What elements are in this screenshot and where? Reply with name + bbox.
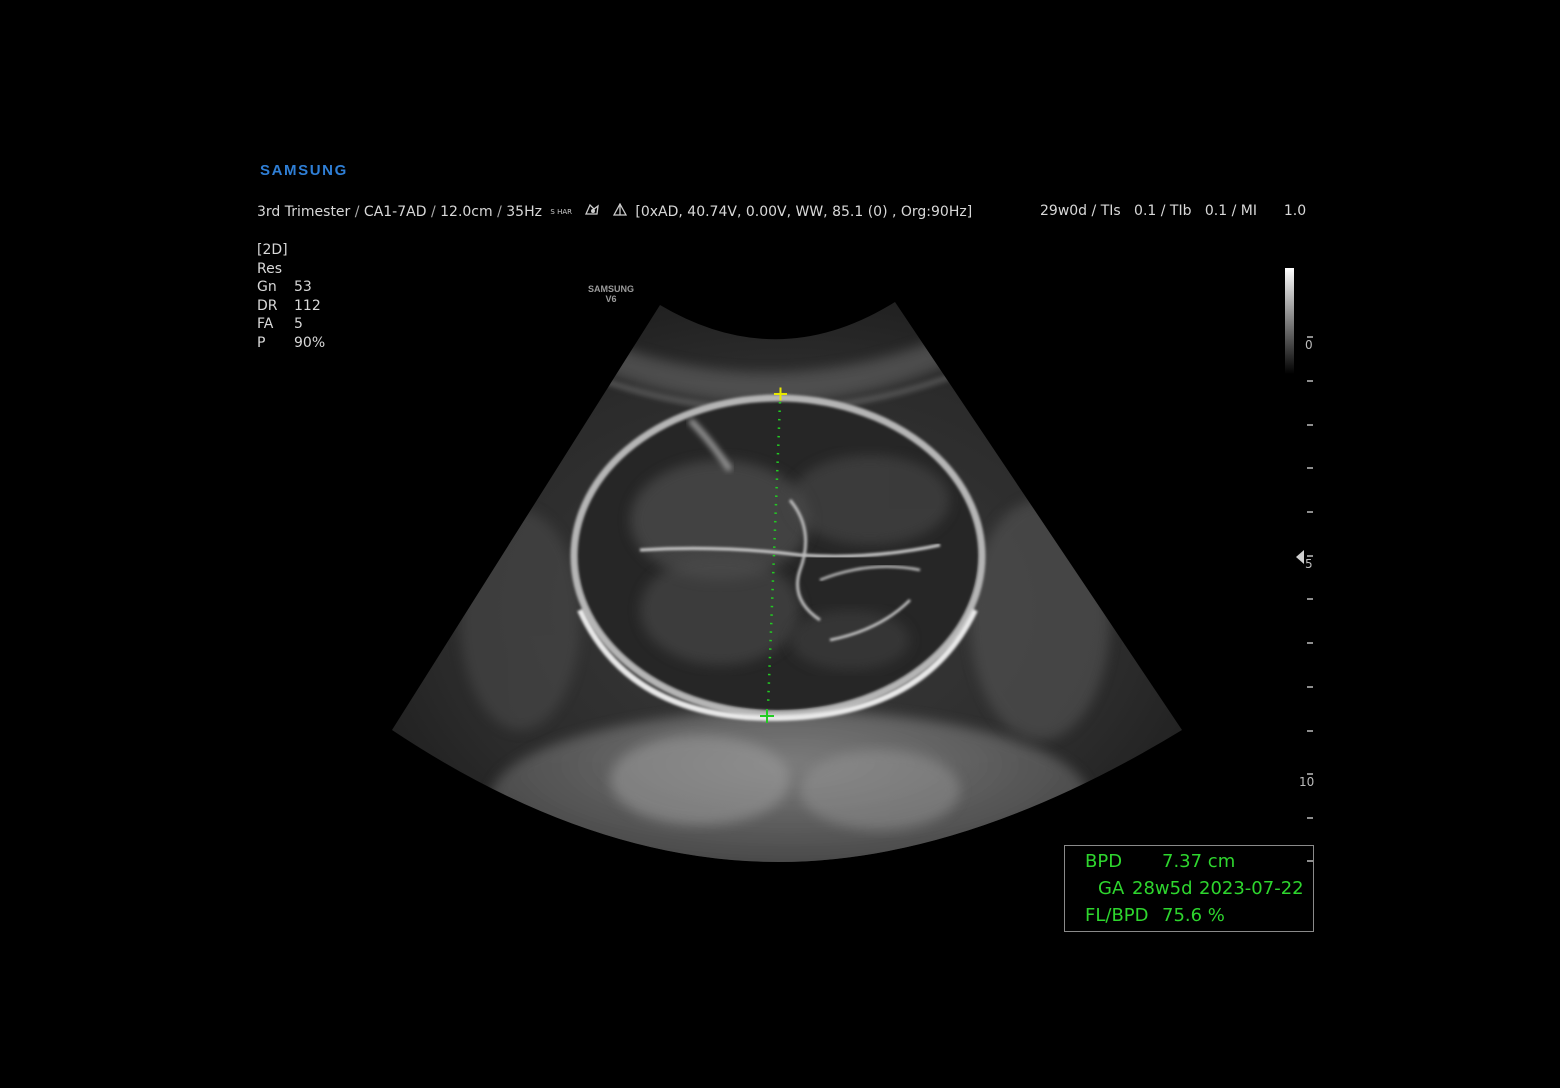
focus-marker-icon[interactable] xyxy=(1296,550,1304,564)
fl-bpd-value: 75.6 % xyxy=(1162,905,1225,926)
ga-label: GA xyxy=(1098,878,1125,899)
grayscale-bar xyxy=(1285,268,1294,374)
ultrasound-image[interactable] xyxy=(0,0,1560,1088)
bpd-label: BPD xyxy=(1085,851,1123,872)
depth-label-0: 0 xyxy=(1305,338,1313,352)
bpd-value: 7.37 cm xyxy=(1162,851,1236,872)
ga-value: 28w5d xyxy=(1132,878,1193,899)
fl-bpd-label: FL/BPD xyxy=(1085,905,1149,926)
edd-value: 2023-07-22 xyxy=(1199,878,1304,899)
scan-sector xyxy=(392,302,1182,862)
depth-label-10: 10 xyxy=(1299,775,1315,789)
measurement-box[interactable]: BPD 7.37 cm GA 28w5d 2023-07-22 FL/BPD 7… xyxy=(1064,845,1314,932)
depth-label-5: 5 xyxy=(1305,557,1313,571)
